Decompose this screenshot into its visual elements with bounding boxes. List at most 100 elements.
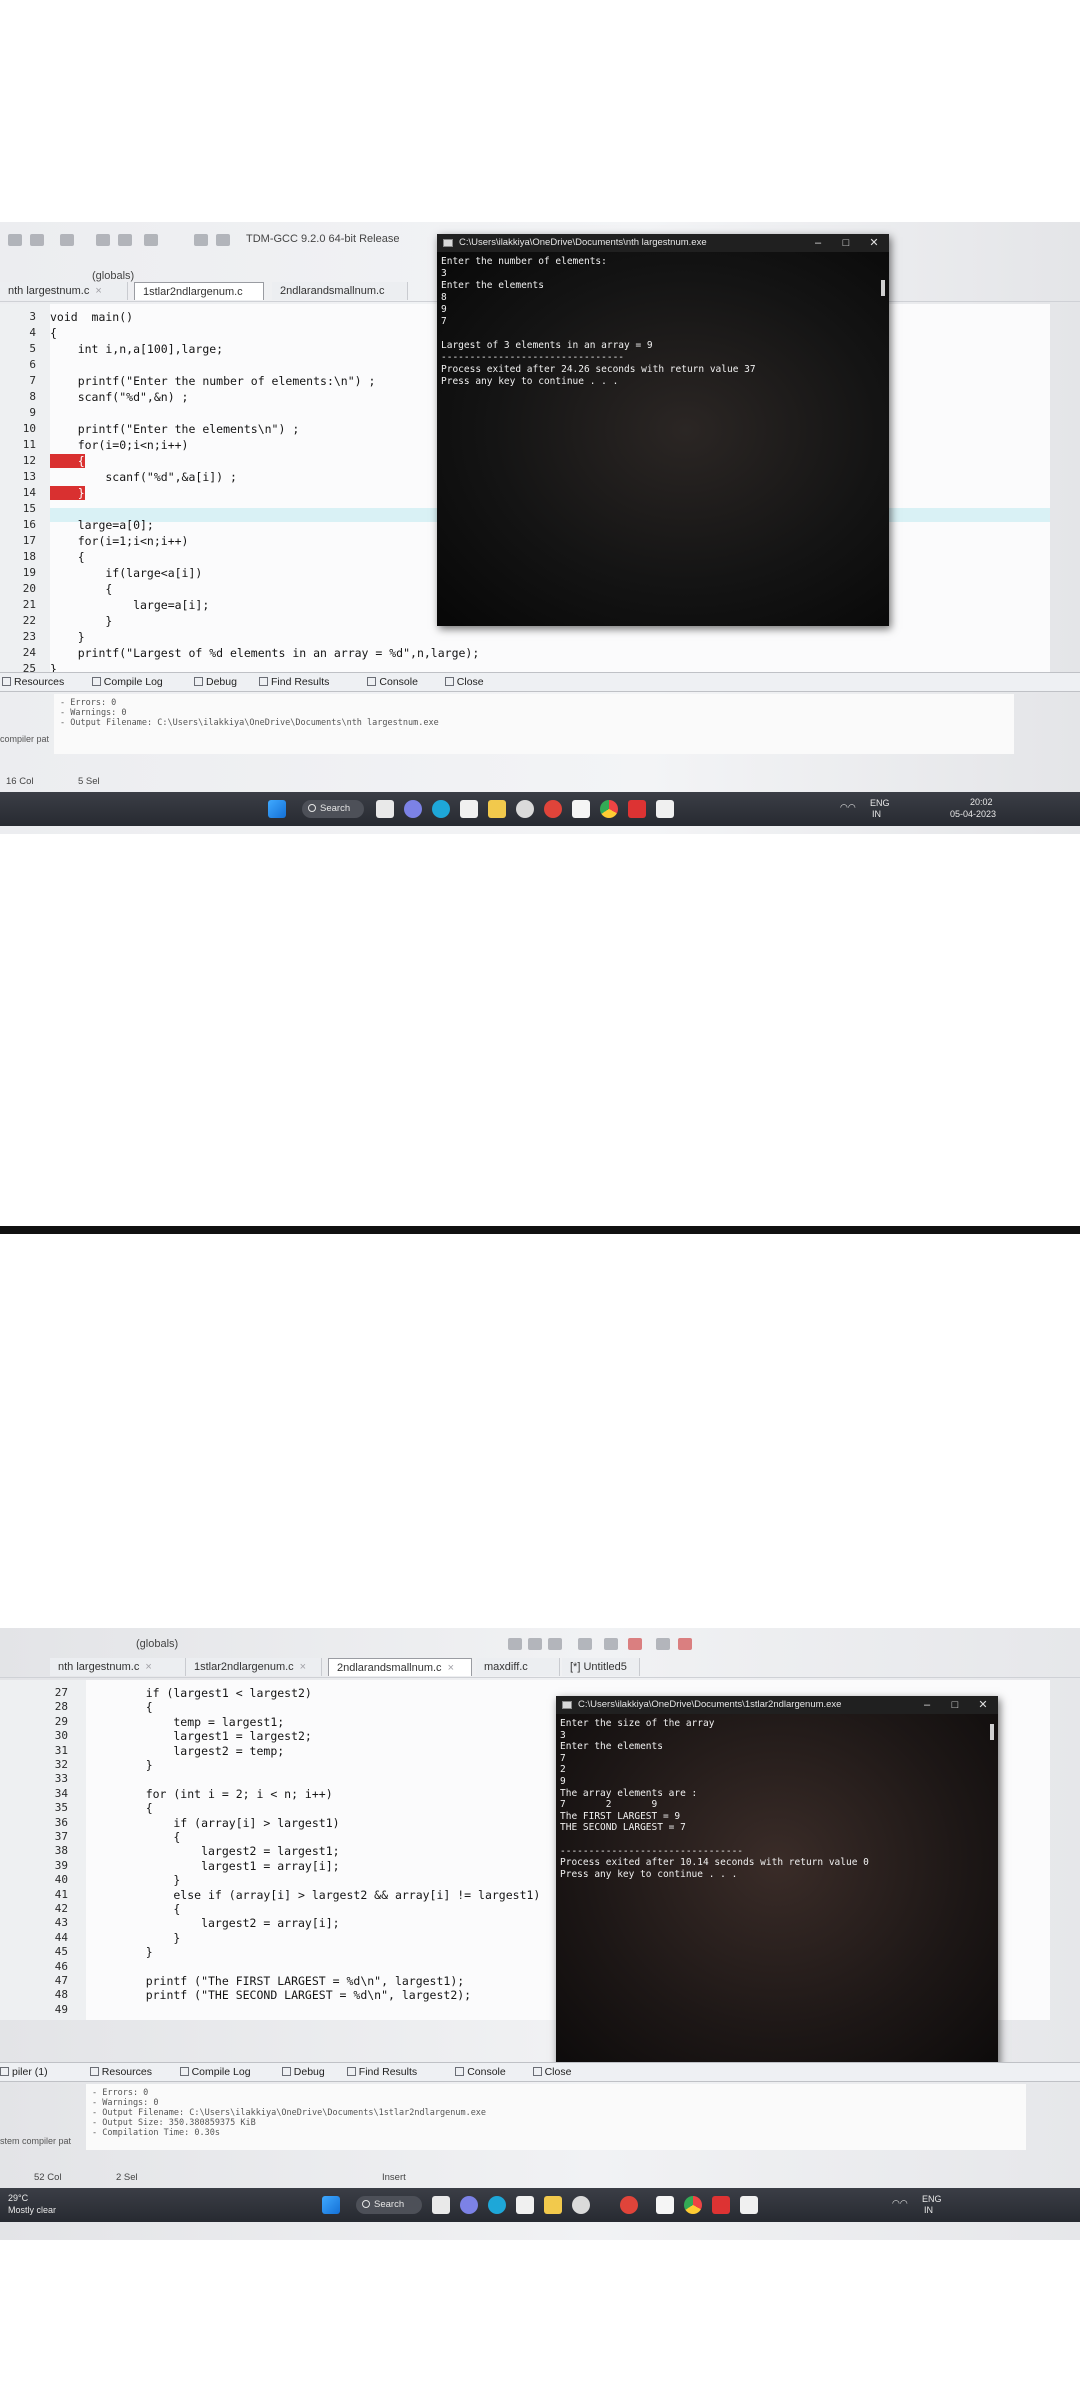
line-number: 43	[54, 1916, 68, 1930]
file-explorer-icon[interactable]	[488, 800, 506, 818]
ide-photo-2: (globals) nth largestnum.c × 1stlar2ndlar…	[0, 1628, 1080, 2240]
minimize-icon[interactable]: –	[914, 1696, 940, 1714]
console-scrollbar[interactable]	[881, 280, 885, 296]
bottom-tab-label: Compile Log	[103, 676, 163, 688]
console-app-icon[interactable]	[740, 2196, 758, 2214]
app-icon[interactable]	[572, 2196, 590, 2214]
app-icon[interactable]	[516, 800, 534, 818]
save-icon[interactable]	[60, 234, 74, 246]
tab-2ndlarandsmallnum[interactable]: 2ndlarandsmallnum.c	[272, 282, 408, 300]
minimize-icon[interactable]: –	[805, 234, 831, 252]
console-scrollbar[interactable]	[990, 1724, 994, 1740]
line-number: 21	[22, 598, 36, 611]
edge-icon[interactable]	[432, 800, 450, 818]
bottom-tab[interactable]: Debug	[194, 676, 237, 688]
bottom-tab[interactable]: piler (1)	[0, 2066, 48, 2078]
close-icon[interactable]: ✕	[970, 1696, 996, 1714]
run-icon[interactable]	[118, 234, 132, 246]
bottom-tab[interactable]: Debug	[281, 2066, 325, 2078]
tab-2ndlarandsmallnum[interactable]: 2ndlarandsmallnum.c ×	[328, 1658, 472, 1676]
close-icon[interactable]: ×	[448, 1662, 454, 1674]
tab-untitled5[interactable]: [*] Untitled5	[562, 1658, 640, 1676]
close-icon[interactable]: ✕	[861, 234, 887, 252]
tab-nth-largestnum[interactable]: nth largestnum.c ×	[0, 282, 128, 300]
windows-start-icon[interactable]	[322, 2196, 340, 2214]
toolbar-icon[interactable]	[528, 1638, 542, 1650]
bottom-tab[interactable]: Resources	[89, 2066, 152, 2078]
bottom-tab-label: Console	[467, 2066, 506, 2078]
bottom-tab[interactable]: Compile Log	[179, 2066, 251, 2078]
undo-icon[interactable]	[194, 234, 208, 246]
new-file-icon[interactable]	[8, 234, 22, 246]
maximize-icon[interactable]: □	[833, 234, 859, 252]
chat-icon[interactable]	[404, 800, 422, 818]
compile-icon[interactable]	[96, 234, 110, 246]
console-line: --------------------------------	[560, 1845, 744, 1857]
file-explorer-icon[interactable]	[544, 2196, 562, 2214]
open-file-icon[interactable]	[30, 234, 44, 246]
taskbar-time[interactable]: 20:02	[970, 797, 993, 807]
weather-temp[interactable]: 29°C	[8, 2193, 28, 2203]
close-icon[interactable]: ×	[300, 1661, 306, 1673]
taskbar-search[interactable]: Search	[302, 800, 364, 818]
opera-icon[interactable]	[620, 2196, 638, 2214]
toolbar-icon[interactable]	[578, 1638, 592, 1650]
console-line: 9	[560, 1776, 566, 1787]
task-view-icon[interactable]	[432, 2196, 450, 2214]
bottom-tab[interactable]: Close	[444, 676, 484, 688]
console-window[interactable]: C:\Users\ilakkiya\OneDrive\Documents\1st…	[556, 1696, 998, 2066]
console-app-icon[interactable]	[656, 800, 674, 818]
bottom-tab[interactable]: Find Results	[259, 676, 329, 688]
task-view-icon[interactable]	[376, 800, 394, 818]
scope-select[interactable]: (globals)	[136, 1638, 178, 1650]
bottom-tab[interactable]: Close	[532, 2066, 571, 2078]
bottom-tab[interactable]: Console	[367, 676, 418, 688]
toolbar-icon[interactable]	[548, 1638, 562, 1650]
toolbar-icon[interactable]	[508, 1638, 522, 1650]
store-icon[interactable]	[460, 800, 478, 818]
windows-start-icon[interactable]	[268, 800, 286, 818]
bottom-tab[interactable]: Resources	[2, 676, 64, 688]
opera-icon[interactable]	[544, 800, 562, 818]
tab-maxdiff[interactable]: maxdiff.c	[476, 1658, 560, 1676]
taskbar-date[interactable]: 05-04-2023	[950, 809, 996, 819]
line-number: 49	[54, 2002, 68, 2016]
console-window[interactable]: C:\Users\ilakkiya\OneDrive\Documents\nth…	[437, 234, 889, 626]
bottom-tab[interactable]: Compile Log	[91, 676, 163, 688]
store-icon[interactable]	[516, 2196, 534, 2214]
check-icon[interactable]	[604, 1638, 618, 1650]
taskbar-lang[interactable]: ENG	[922, 2194, 942, 2204]
chart-icon[interactable]	[656, 1638, 670, 1650]
console-title-bar[interactable]: C:\Users\ilakkiya\OneDrive\Documents\1st…	[556, 1696, 998, 1714]
devcpp-icon[interactable]	[712, 2196, 730, 2214]
profile-icon[interactable]	[678, 1638, 692, 1650]
console-title-bar[interactable]: C:\Users\ilakkiya\OneDrive\Documents\nth…	[437, 234, 889, 252]
chat-icon[interactable]	[460, 2196, 478, 2214]
tab-label: [*] Untitled5	[570, 1661, 627, 1673]
bottom-tab[interactable]: Console	[455, 2066, 506, 2078]
compiler-select[interactable]: TDM-GCC 9.2.0 64-bit Release	[246, 233, 399, 245]
document-icon[interactable]	[572, 800, 590, 818]
line-number: 11	[22, 438, 36, 451]
chrome-icon[interactable]	[684, 2196, 702, 2214]
taskbar-lang[interactable]: ENG	[870, 798, 890, 808]
edge-icon[interactable]	[488, 2196, 506, 2214]
weather-desc[interactable]: Mostly clear	[8, 2205, 56, 2215]
stop-icon[interactable]	[628, 1638, 642, 1650]
devcpp-icon[interactable]	[628, 800, 646, 818]
taskbar-search[interactable]: Search	[356, 2196, 422, 2214]
close-icon[interactable]: ×	[95, 285, 101, 297]
redo-icon[interactable]	[216, 234, 230, 246]
bottom-tab[interactable]: Find Results	[346, 2066, 417, 2078]
tab-1stlar2ndlargenum[interactable]: 1stlar2ndlargenum.c ×	[186, 1658, 322, 1676]
tab-1stlar2ndlargenum[interactable]: 1stlar2ndlargenum.c	[134, 282, 264, 300]
wifi-icon[interactable]: ◠◠	[840, 802, 856, 813]
wifi-icon[interactable]: ◠◠	[892, 2198, 908, 2209]
tab-nth-largestnum[interactable]: nth largestnum.c ×	[50, 1658, 186, 1676]
maximize-icon[interactable]: □	[942, 1696, 968, 1714]
debug-icon[interactable]	[144, 234, 158, 246]
close-icon[interactable]: ×	[145, 1661, 151, 1673]
chrome-icon[interactable]	[600, 800, 618, 818]
compile-log: - Errors: 0- Warnings: 0- Output Filenam…	[86, 2084, 1026, 2150]
document-icon[interactable]	[656, 2196, 674, 2214]
